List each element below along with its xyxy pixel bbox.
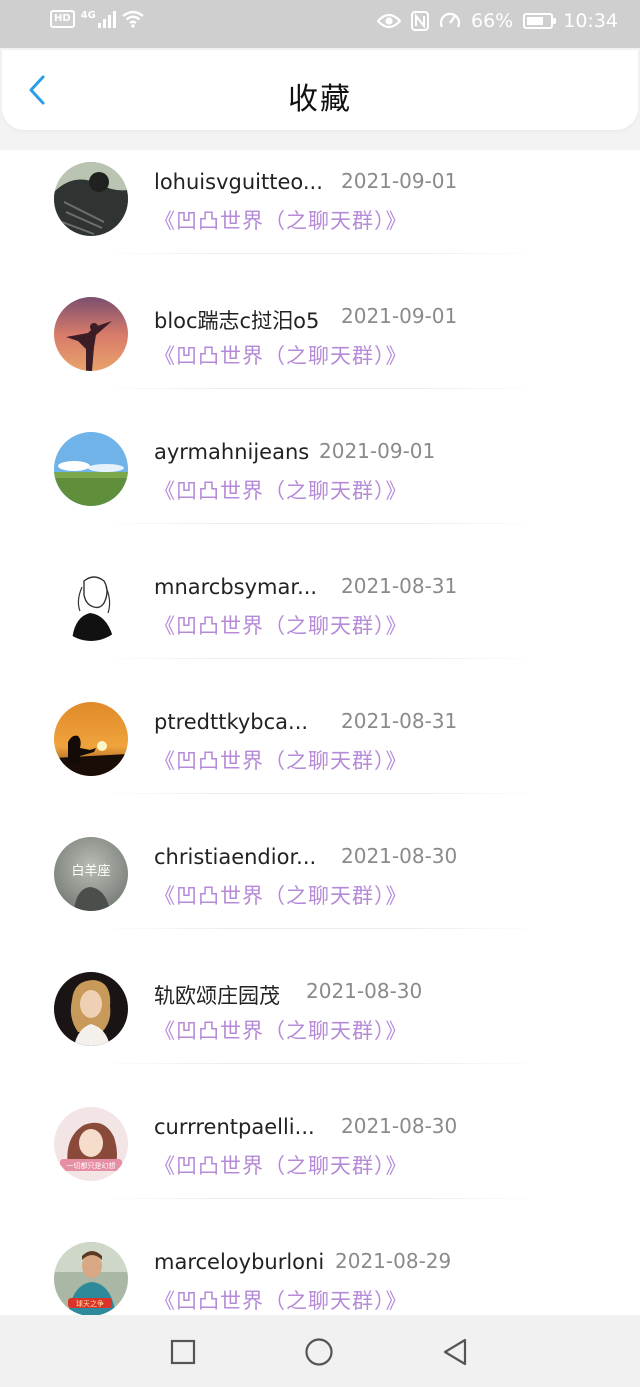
item-date: 2021-09-01 bbox=[341, 169, 458, 193]
item-name: ptredttkybca... bbox=[154, 710, 309, 734]
divider bbox=[95, 928, 545, 929]
list-item[interactable]: 轨欧颂庄园茂 2021-08-30 《凹凸世界（之聊天群）》 bbox=[0, 960, 640, 1095]
page-title: 收藏 bbox=[288, 82, 352, 117]
avatar[interactable] bbox=[54, 702, 128, 776]
divider bbox=[95, 253, 545, 254]
item-name: mnarcbsymar... bbox=[154, 575, 318, 599]
back-nav-button[interactable] bbox=[440, 1337, 470, 1367]
signal-icon bbox=[97, 10, 116, 28]
list-item[interactable]: bloc踹志c挝汨o5 2021-09-01 《凹凸世界（之聊天群）》 bbox=[0, 285, 640, 420]
wifi-icon bbox=[122, 10, 144, 28]
status-right: 66% 10:34 bbox=[377, 10, 618, 32]
item-date: 2021-08-30 bbox=[341, 1114, 458, 1138]
avatar-text: 球天之争 bbox=[76, 1299, 104, 1308]
item-group[interactable]: 《凹凸世界（之聊天群）》 bbox=[154, 745, 408, 775]
divider bbox=[95, 388, 545, 389]
divider bbox=[95, 793, 545, 794]
recent-apps-button[interactable] bbox=[168, 1337, 198, 1367]
battery-icon bbox=[523, 13, 557, 29]
list-item[interactable]: lohuisvguitteo... 2021-09-01 《凹凸世界（之聊天群）… bbox=[0, 150, 640, 285]
avatar[interactable]: 球天之争 bbox=[54, 1242, 128, 1315]
avatar[interactable] bbox=[54, 162, 128, 236]
list-item[interactable]: ptredttkybca... 2021-08-31 《凹凸世界（之聊天群）》 bbox=[0, 690, 640, 825]
avatar[interactable]: 一切都只是幻想 bbox=[54, 1107, 128, 1181]
list-item[interactable]: 一切都只是幻想 currrentpaelli... 2021-08-30 《凹凸… bbox=[0, 1095, 640, 1230]
item-name: christiaendior... bbox=[154, 845, 317, 869]
status-time: 10:34 bbox=[563, 10, 618, 32]
item-date: 2021-08-31 bbox=[341, 709, 458, 733]
app-header: 收藏 bbox=[2, 50, 638, 130]
list-item[interactable]: mnarcbsymar... 2021-08-31 《凹凸世界（之聊天群）》 bbox=[0, 555, 640, 690]
eye-icon bbox=[377, 13, 401, 29]
item-date: 2021-09-01 bbox=[319, 439, 436, 463]
item-group[interactable]: 《凹凸世界（之聊天群）》 bbox=[154, 610, 408, 640]
triangle-back-icon bbox=[443, 1338, 467, 1366]
item-name: marceloyburloni bbox=[154, 1250, 325, 1274]
item-name: 轨欧颂庄园茂 bbox=[154, 984, 280, 1008]
item-group[interactable]: 《凹凸世界（之聊天群）》 bbox=[154, 1015, 408, 1045]
avatar[interactable] bbox=[54, 972, 128, 1046]
item-date: 2021-08-29 bbox=[335, 1249, 452, 1273]
battery-percent: 66% bbox=[471, 10, 514, 32]
status-bar: HD 4G 66% 10:34 bbox=[0, 0, 640, 48]
list-item[interactable]: 球天之争 marceloyburloni 2021-08-29 《凹凸世界（之聊… bbox=[0, 1230, 640, 1315]
nfc-icon bbox=[411, 11, 429, 31]
hd-icon: HD bbox=[50, 10, 75, 28]
item-group[interactable]: 《凹凸世界（之聊天群）》 bbox=[154, 340, 408, 370]
square-icon bbox=[170, 1339, 196, 1365]
item-group[interactable]: 《凹凸世界（之聊天群）》 bbox=[154, 880, 408, 910]
home-button[interactable] bbox=[304, 1337, 334, 1367]
divider bbox=[95, 1198, 545, 1199]
avatar[interactable] bbox=[54, 297, 128, 371]
item-name: lohuisvguitteo... bbox=[154, 170, 323, 194]
avatar[interactable] bbox=[54, 432, 128, 506]
navigation-bar bbox=[0, 1315, 640, 1387]
speed-icon bbox=[439, 12, 461, 28]
item-date: 2021-09-01 bbox=[341, 304, 458, 328]
status-left: HD 4G bbox=[50, 10, 144, 28]
list-item[interactable]: 白羊座 christiaendior... 2021-08-30 《凹凸世界（之… bbox=[0, 825, 640, 960]
item-date: 2021-08-30 bbox=[341, 844, 458, 868]
item-group[interactable]: 《凹凸世界（之聊天群）》 bbox=[154, 475, 408, 505]
favorites-list: lohuisvguitteo... 2021-09-01 《凹凸世界（之聊天群）… bbox=[0, 150, 640, 1315]
divider bbox=[95, 658, 545, 659]
item-group[interactable]: 《凹凸世界（之聊天群）》 bbox=[154, 1285, 408, 1315]
item-group[interactable]: 《凹凸世界（之聊天群）》 bbox=[154, 205, 408, 235]
item-date: 2021-08-30 bbox=[306, 979, 423, 1003]
item-name: ayrmahnijeans bbox=[154, 440, 310, 464]
avatar-text: 一切都只是幻想 bbox=[67, 1161, 116, 1170]
item-group[interactable]: 《凹凸世界（之聊天群）》 bbox=[154, 1150, 408, 1180]
avatar[interactable] bbox=[54, 567, 128, 641]
network-type: 4G bbox=[80, 10, 96, 21]
avatar[interactable]: 白羊座 bbox=[54, 837, 128, 911]
item-name: bloc踹志c挝汨o5 bbox=[154, 309, 320, 333]
avatar-text: 白羊座 bbox=[71, 863, 110, 879]
circle-icon bbox=[305, 1338, 333, 1366]
divider bbox=[95, 523, 545, 524]
item-date: 2021-08-31 bbox=[341, 574, 458, 598]
list-item[interactable]: ayrmahnijeans 2021-09-01 《凹凸世界（之聊天群）》 bbox=[0, 420, 640, 555]
divider bbox=[95, 1063, 545, 1064]
item-name: currrentpaelli... bbox=[154, 1115, 315, 1139]
